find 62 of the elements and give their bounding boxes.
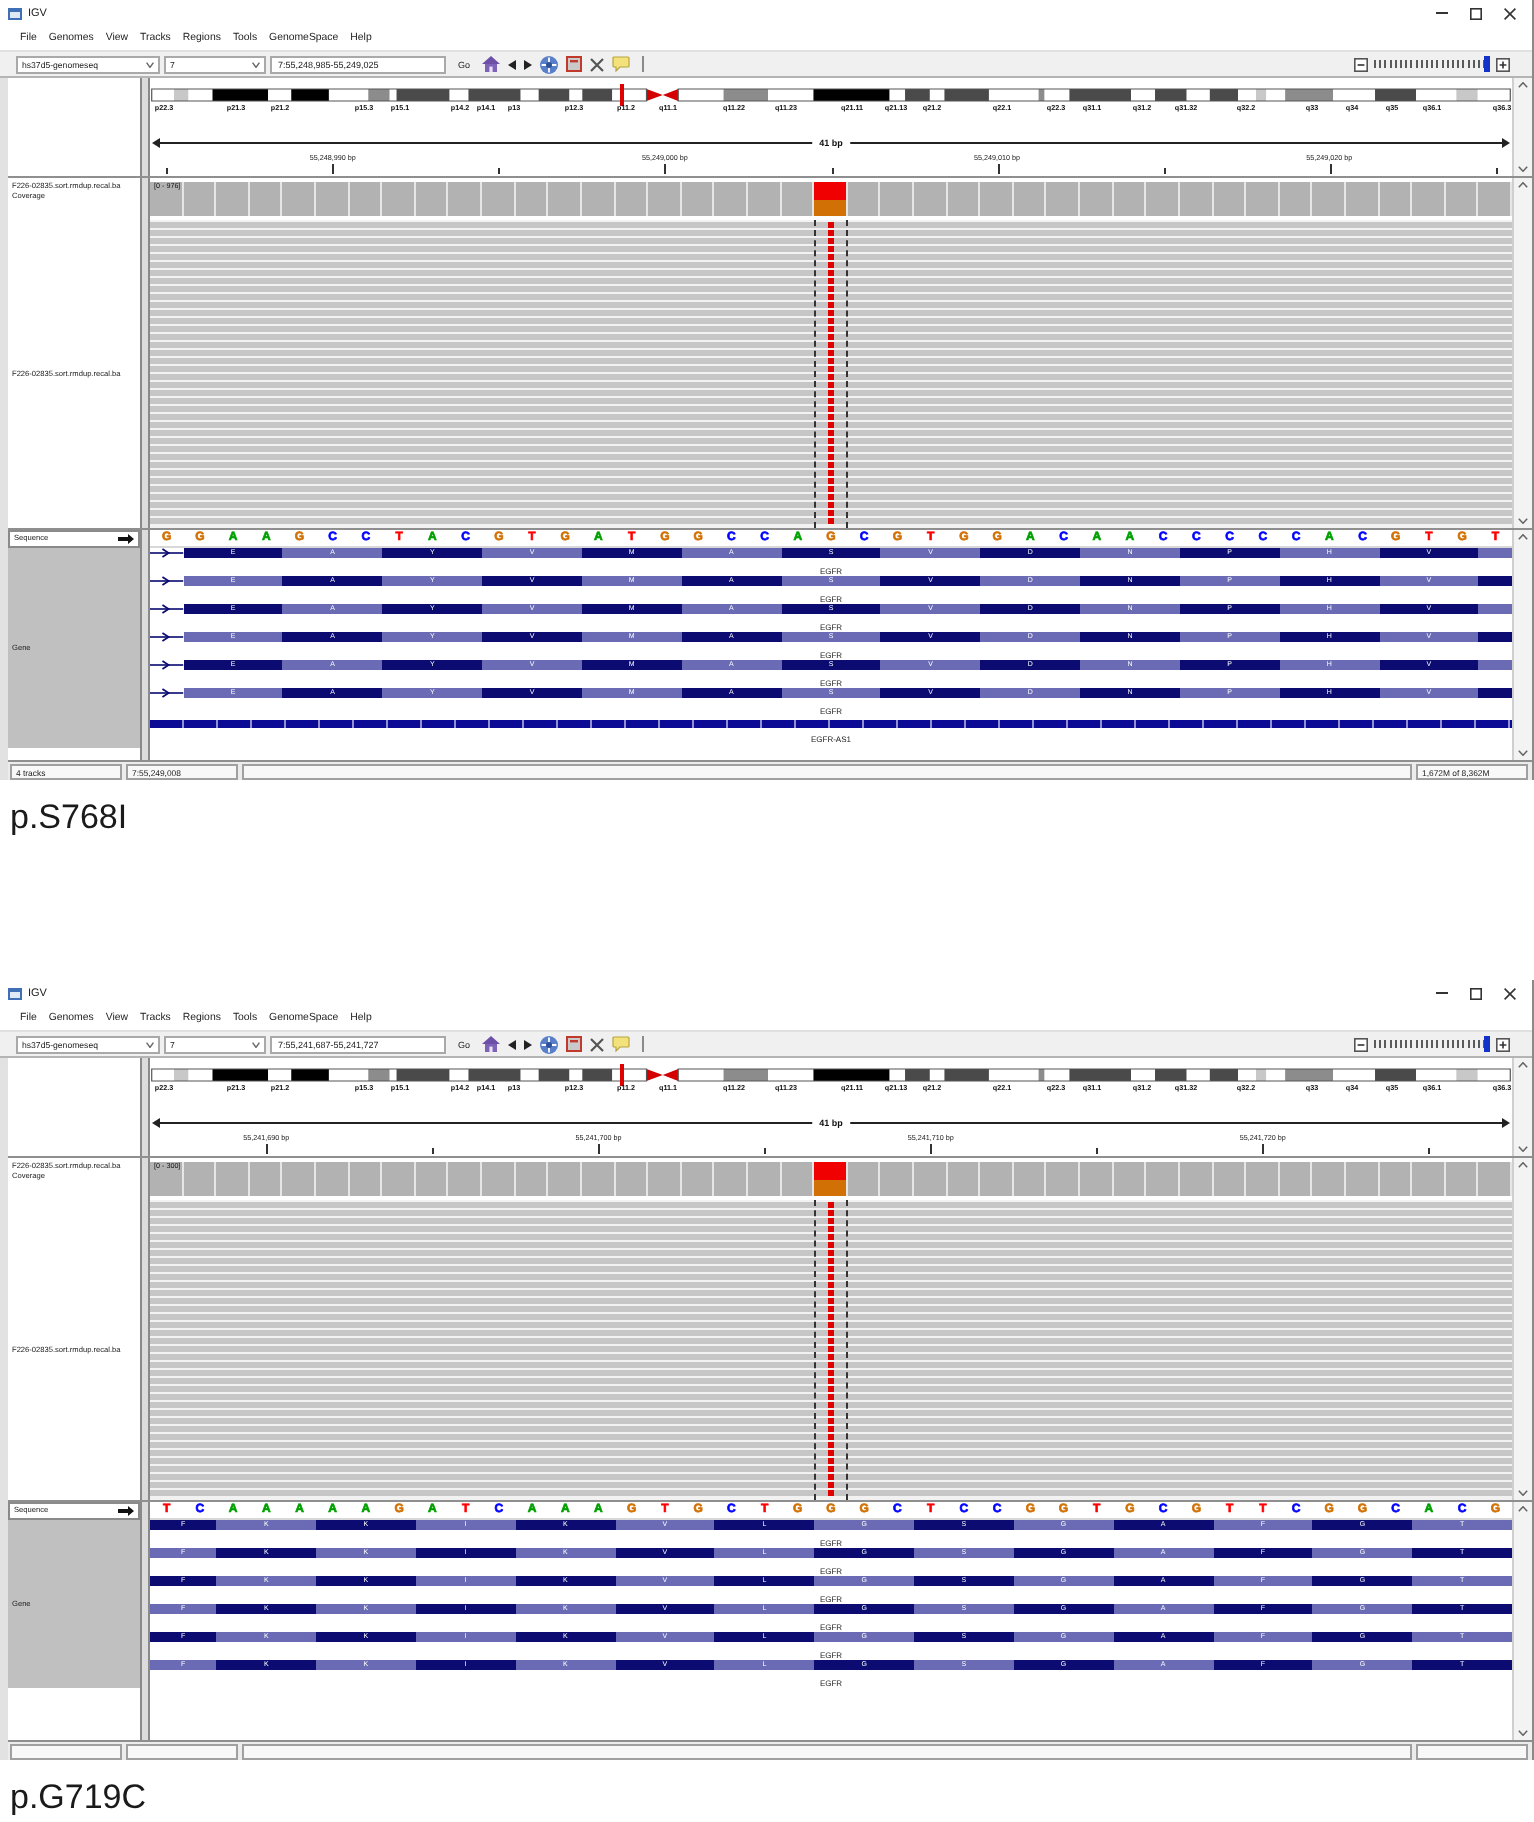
arrow-right-icon[interactable] [118, 534, 134, 544]
forward-icon[interactable] [524, 1039, 533, 1049]
x-icon[interactable] [590, 57, 605, 71]
close-icon[interactable] [1504, 7, 1516, 19]
chromosome-ideogram-drawing[interactable] [150, 1068, 1512, 1082]
scroll-down-icon[interactable] [1518, 1146, 1528, 1152]
name-panel [8, 748, 140, 760]
home-icon[interactable] [482, 1036, 501, 1052]
intron-line [150, 632, 184, 642]
app-icon [8, 7, 22, 19]
frame-icon[interactable] [566, 1036, 583, 1052]
maximize-icon[interactable] [1470, 987, 1482, 999]
caret-icon [252, 1041, 260, 1047]
scrollbar[interactable] [1512, 1058, 1532, 1156]
chromosome-ideogram-drawing[interactable] [150, 88, 1512, 102]
home-icon[interactable] [482, 56, 501, 72]
scroll-up-icon[interactable] [1518, 1062, 1528, 1068]
intron-line [150, 688, 184, 698]
scroll-up-icon[interactable] [1518, 1506, 1528, 1512]
zoom-out-icon[interactable] [1354, 57, 1368, 71]
scroll-up-icon[interactable] [1518, 534, 1528, 540]
caret-icon [146, 1041, 154, 1047]
close-icon[interactable] [1504, 987, 1516, 999]
scroll-down-icon[interactable] [1518, 1730, 1528, 1736]
zoom-out-icon[interactable] [1354, 1037, 1368, 1051]
intron-line [150, 604, 184, 614]
app-icon [8, 987, 22, 999]
arrow-right-icon[interactable] [118, 1506, 134, 1516]
scroll-down-icon[interactable] [1518, 518, 1528, 524]
intron-line [150, 548, 184, 558]
figure-caption: p.S768I [10, 800, 128, 836]
zoom-slider[interactable] [1374, 1036, 1490, 1052]
zoom-thumb[interactable] [1484, 56, 1490, 72]
name-panel [8, 1688, 140, 1740]
frame-icon[interactable] [566, 56, 583, 72]
scroll-down-icon[interactable] [1518, 750, 1528, 756]
intron-line [150, 576, 184, 586]
scroll-up-icon[interactable] [1518, 1162, 1528, 1168]
figure-caption: p.G719C [10, 1780, 147, 1816]
scroll-down-icon[interactable] [1518, 166, 1528, 172]
scrollbar[interactable] [1512, 78, 1532, 176]
zoom-thumb[interactable] [1484, 1036, 1490, 1052]
scroll-up-icon[interactable] [1518, 182, 1528, 188]
scroll-up-icon[interactable] [1518, 82, 1528, 88]
back-icon[interactable] [508, 59, 517, 69]
crosshair-icon[interactable] [540, 55, 559, 73]
forward-icon[interactable] [524, 59, 533, 69]
scrollbar[interactable] [1512, 178, 1532, 528]
x-icon[interactable] [590, 1037, 605, 1051]
zoom-in-icon[interactable] [1496, 57, 1510, 71]
scrollbar[interactable] [1512, 1502, 1532, 1740]
zoom-in-icon[interactable] [1496, 1037, 1510, 1051]
caret-icon [146, 61, 154, 67]
zoom-slider[interactable] [1374, 56, 1490, 72]
caret-icon [252, 61, 260, 67]
intron-line [150, 660, 184, 670]
back-icon[interactable] [508, 1039, 517, 1049]
scrollbar[interactable] [1512, 1158, 1532, 1500]
crosshair-icon[interactable] [540, 1035, 559, 1053]
scroll-down-icon[interactable] [1518, 1490, 1528, 1496]
maximize-icon[interactable] [1470, 7, 1482, 19]
scrollbar[interactable] [1512, 530, 1532, 760]
